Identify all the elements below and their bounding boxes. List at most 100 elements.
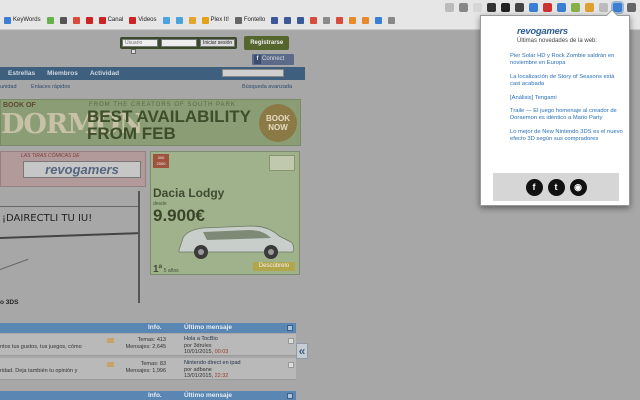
last-post-time: 00:03 [214,349,229,355]
last-post-title[interactable]: Hola a TocBio [184,336,218,342]
password-input[interactable] [161,39,197,47]
comic-strip: ¡DAIRECTLI TU IU! [0,191,140,303]
m-icon[interactable] [501,3,510,12]
bell-icon[interactable] [585,3,594,12]
go-to-post-icon[interactable] [288,338,294,344]
go-to-post-icon[interactable] [288,362,294,368]
bookmark-icon [129,16,137,24]
login-button[interactable]: Iniciar sesión [200,39,236,47]
advanced-search-link[interactable]: Búsqueda avanzada [242,84,292,90]
search-input[interactable] [222,69,284,77]
popup-logo[interactable]: revogamers [517,26,568,37]
bookmark-icon [85,16,93,24]
rss-icon[interactable] [107,338,114,343]
bookmark-item[interactable]: Videos [129,16,157,24]
rss-icon[interactable]: ◉ [569,178,587,196]
register-button[interactable]: Registrarse [244,36,290,50]
nav-item-miembros[interactable]: Miembros [47,70,78,77]
news-item[interactable]: La localización de Story of Seasons está… [510,74,625,89]
subnav-item-unidad[interactable]: unidad [0,84,17,90]
nav-item-actividad[interactable]: Actividad [90,70,119,77]
book-of-mormon-ad[interactable]: BOOK OF DORMON FROM THE CREATORS OF SOUT… [0,99,301,146]
collapse-icon[interactable] [287,393,293,399]
menu-icon[interactable] [627,3,636,12]
news-item[interactable]: Lo mejor de New Nintendo 3DS es el nuevo… [510,129,625,144]
bookmark-item[interactable] [362,16,370,24]
bookmark-item[interactable] [323,16,331,24]
bookmark-item[interactable] [85,16,93,24]
news-item[interactable]: [Análisis] Tengami [510,95,625,102]
sub-nav: unidad Enlaces rápidos Búsqueda avanzada [0,84,300,94]
subnav-item-enlaces[interactable]: Enlaces rápidos [31,84,70,90]
chevron-left-icon[interactable]: « [296,343,308,359]
lock-icon[interactable] [487,3,496,12]
bookmark-item[interactable] [388,16,396,24]
bookmark-icon [310,16,318,24]
bookmark-item[interactable] [336,16,344,24]
ad-best: BEST AVAILABILITY [87,107,252,126]
topic-count: Temas: 83 [140,361,166,367]
revogamers-icon[interactable] [613,3,622,12]
eye-icon[interactable] [557,3,566,12]
last-post: Nintendo direct en ipad por adbane 13/01/2… [184,360,241,380]
remember-checkbox[interactable] [131,49,136,54]
table-row[interactable]: ridad. Deja también tu opinión y Temas: 8… [0,358,296,380]
bookmark-item[interactable] [310,16,318,24]
bookmark-item[interactable]: Fontello [234,16,266,24]
ad-book-now-button[interactable]: BOOK NOW [259,104,297,142]
bookmark-item[interactable] [162,16,170,24]
bookmark-item[interactable] [284,16,292,24]
collapse-icon[interactable] [287,325,293,331]
twitter-icon[interactable]: t [547,178,565,196]
forum-description: ntos tus gustos, tus juegos, cómo [0,344,82,350]
bookmark-icon [349,16,357,24]
puzzle-icon[interactable] [473,3,482,12]
extension-popup: revogamers Últimas novedades de la web: … [480,9,630,206]
login-row: Iniciar sesión Registrarse [120,36,290,50]
last-post-date: 13/01/2015, [184,373,214,379]
last-post: Hola a TocBio por 3drules 10/01/2015, 00:0… [184,336,228,356]
comic-bubble-line [0,232,138,239]
bookmark-item[interactable] [349,16,357,24]
check-icon[interactable] [529,3,538,12]
username-input[interactable] [122,39,158,47]
bookmark-item[interactable] [72,16,80,24]
bookmark-label: Fontello [243,17,266,23]
discover-button[interactable]: Descúbrelo [253,262,295,271]
bookmark-icon [201,16,209,24]
facebook-icon[interactable]: f [525,178,543,196]
bookmark-item[interactable] [46,16,54,24]
bookmark-item[interactable] [271,16,279,24]
comics-banner[interactable]: LAS TIRAS CÓMICAS DE revogamers [0,151,146,187]
last-post-title[interactable]: Nintendo direct en ipad [184,360,241,366]
rss-icon[interactable] [107,362,114,367]
shield-icon[interactable] [599,3,608,12]
bookmark-item[interactable] [188,16,196,24]
dacia-ad[interactable]: 300 2000 Dacia Lodgy desde 9.900€ 1ª 5 a… [150,151,300,275]
footnote-prefix: 1ª [153,264,163,275]
info-icon[interactable] [459,3,468,12]
bookmark-item[interactable] [175,16,183,24]
table-row[interactable]: ntos tus gustos, tus juegos, cómo Temas: … [0,334,296,356]
android-icon[interactable] [571,3,580,12]
bookmark-item[interactable]: Plex It! [201,16,229,24]
bookmark-item[interactable] [59,16,67,24]
bookmark-item[interactable]: Canal [98,16,123,24]
circle-icon[interactable] [543,3,552,12]
facebook-connect-button[interactable]: f Connect [252,54,294,65]
bookmark-item[interactable]: KeyWords [4,16,41,24]
star-icon[interactable] [445,3,454,12]
bookmark-icon [175,16,183,24]
bookmark-icon [297,16,305,24]
car-icon [178,225,295,259]
bookmark-item[interactable] [375,16,383,24]
nav-item-estrellas[interactable]: Estrellas [8,70,35,77]
news-item[interactable]: Pier Solar HD y Rock Zombie saldrán en n… [510,53,625,68]
comic-drawing-line [0,258,29,270]
bookmarks-bar: KeyWords Canal Videos Plex It! Fontello [0,13,470,27]
car-footnote: 1ª 5 años [153,264,179,275]
bookmark-item[interactable] [297,16,305,24]
facebook-connect-label: Connect [262,56,285,62]
gear-icon[interactable] [515,3,524,12]
news-item[interactable]: Traile — El juego homenaje al creador de… [510,108,625,123]
